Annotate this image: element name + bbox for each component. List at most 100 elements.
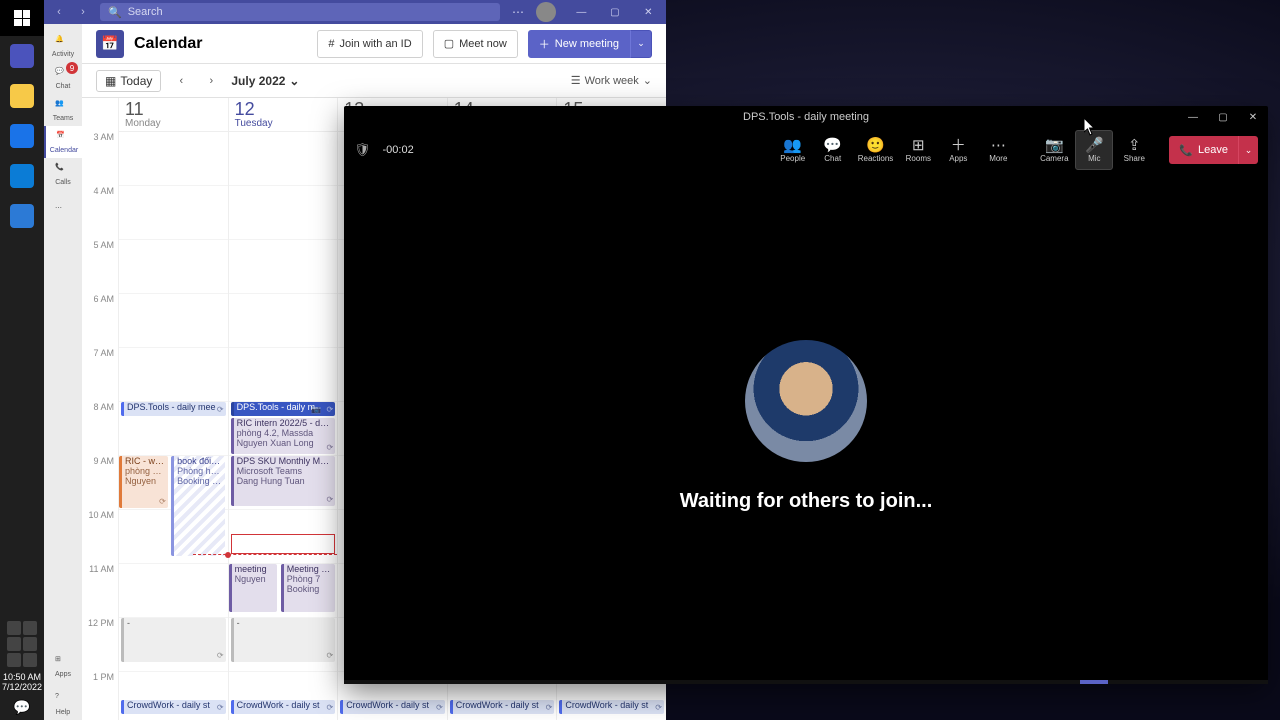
day-column-monday[interactable]: 11Monday DPS.Tools - daily mee⟳ RIC - week… — [118, 98, 228, 720]
sidebar-more[interactable]: ⋯ — [44, 196, 82, 228]
meeting-reactions-button[interactable]: 🙂Reactions — [854, 130, 898, 170]
day-header[interactable]: 11Monday — [119, 98, 228, 132]
teams-icon: 👥 — [55, 99, 71, 115]
calendar-event[interactable]: RIC - weeklyphòng 4.2Nguyen⟳ — [119, 456, 168, 508]
view-picker[interactable]: ☰Work week⌄ — [571, 74, 652, 87]
today-button[interactable]: ▦Today — [96, 70, 161, 92]
meeting-maximize-button[interactable]: ▢ — [1208, 106, 1238, 128]
more-icon[interactable]: ⋯ — [512, 5, 524, 19]
start-button[interactable] — [0, 0, 44, 36]
minimize-button[interactable]: — — [568, 0, 595, 24]
search-input[interactable]: 🔍 Search — [100, 3, 500, 21]
prev-week-button[interactable]: ‹ — [171, 75, 191, 87]
forward-button[interactable]: › — [72, 4, 94, 20]
meeting-stage: Waiting for others to join... — [344, 172, 1268, 680]
video-icon: ▢ — [444, 37, 454, 50]
calendar-event[interactable]: -⟳ — [121, 618, 226, 662]
recurring-icon: ⟳ — [159, 498, 166, 507]
meeting-timer: -00:02 — [383, 144, 414, 156]
meeting-apps-button[interactable]: ＋Apps — [939, 130, 977, 170]
calendar-event[interactable]: Meeting aboutPhòng 7Booking — [281, 564, 335, 612]
participant-avatar — [745, 340, 867, 462]
calendar-event[interactable]: CrowdWork - daily st⟳ — [121, 700, 226, 714]
leave-dropdown[interactable]: ⌄ — [1238, 136, 1258, 164]
join-with-id-button[interactable]: #Join with an ID — [317, 30, 422, 58]
calendar-event[interactable]: -⟳ — [231, 618, 336, 662]
phone-icon: 📞 — [1179, 144, 1193, 157]
meeting-titlebar[interactable]: DPS.Tools - daily meeting — ▢ ✕ — [344, 106, 1268, 128]
meeting-share-button[interactable]: ⇪Share — [1115, 130, 1153, 170]
day-column-tuesday[interactable]: 12Tuesday DPS.Tools - daily m⟳📷 RIC intern… — [228, 98, 338, 720]
back-button[interactable]: ‹ — [48, 4, 70, 20]
search-icon: 🔍 — [108, 6, 122, 19]
calendar-event[interactable]: book đổi phòngPhòng họp 10Booking Manage… — [171, 456, 225, 556]
mouse-cursor — [1084, 118, 1096, 136]
calendar-icon: 📅 — [96, 30, 124, 58]
taskbar-explorer[interactable] — [0, 76, 44, 116]
leave-button[interactable]: 📞Leave ⌄ — [1169, 136, 1258, 164]
taskbar-teams[interactable] — [0, 36, 44, 76]
sidebar-help[interactable]: ?Help — [44, 688, 82, 720]
sidebar-item-calendar[interactable]: 📅Calendar — [44, 126, 82, 158]
maximize-button[interactable]: ▢ — [601, 0, 628, 24]
windows-taskbar: 10:50 AM 7/12/2022 💬 — [0, 0, 44, 720]
time-label: 8 AM — [82, 402, 118, 456]
time-label: 4 AM — [82, 186, 118, 240]
time-label: 5 AM — [82, 240, 118, 294]
sidebar-apps[interactable]: ⊞Apps — [44, 650, 82, 682]
shield-icon[interactable]: 🛡 — [354, 142, 371, 158]
recurring-icon: ⟳ — [326, 444, 333, 453]
calendar-event[interactable]: CrowdWork - daily st⟳ — [340, 700, 445, 714]
calendar-event[interactable]: RIC intern 2022/5 - dailyphòng 4.2, Mass… — [231, 418, 336, 454]
notifications-icon[interactable]: 💬 — [13, 699, 30, 716]
current-time-line — [193, 554, 338, 555]
meeting-toolbar: 🛡 -00:02 👥People💬Chat🙂Reactions⊞Rooms＋Ap… — [344, 128, 1268, 172]
calendar-event[interactable]: meetingNguyen — [229, 564, 278, 612]
meeting-chat-button[interactable]: 💬Chat — [814, 130, 852, 170]
chevron-down-icon: ⌄ — [643, 74, 652, 87]
time-label: 11 AM — [82, 564, 118, 618]
plus-icon: ＋ — [539, 36, 550, 52]
time-selection[interactable] — [231, 534, 336, 554]
user-avatar[interactable] — [536, 2, 556, 22]
chat-icon: 💬 — [823, 138, 842, 153]
sidebar-item-chat[interactable]: 💬Chat9 — [44, 62, 82, 94]
meeting-people-button[interactable]: 👥People — [774, 130, 812, 170]
close-button[interactable]: ✕ — [635, 0, 662, 24]
taskbar-vscode[interactable] — [0, 196, 44, 236]
new-meeting-button[interactable]: ＋New meeting — [528, 30, 630, 58]
meeting-close-button[interactable]: ✕ — [1238, 106, 1268, 128]
recurring-icon: ⟳ — [326, 704, 333, 713]
calls-icon: 📞 — [55, 163, 71, 179]
list-icon: ☰ — [571, 74, 581, 87]
system-tray[interactable] — [4, 621, 40, 667]
calendar-subheader: ▦Today ‹ › July 2022⌄ ☰Work week⌄ — [82, 64, 666, 98]
new-meeting-dropdown[interactable]: ⌄ — [630, 30, 652, 58]
calendar-event[interactable]: DPS SKU Monthly MeetingMicrosoft TeamsDa… — [231, 456, 336, 506]
sidebar-item-calls[interactable]: 📞Calls — [44, 158, 82, 190]
sidebar-item-teams[interactable]: 👥Teams — [44, 94, 82, 126]
sidebar-item-activity[interactable]: 🔔Activity — [44, 30, 82, 62]
meeting-rooms-button[interactable]: ⊞Rooms — [899, 130, 937, 170]
taskbar-chrome[interactable] — [0, 116, 44, 156]
taskbar-clock[interactable]: 10:50 AM 7/12/2022 — [2, 673, 42, 693]
time-label: 10 AM — [82, 510, 118, 564]
calendar-event[interactable]: DPS.Tools - daily mee⟳ — [121, 402, 226, 416]
recurring-icon: ⟳ — [436, 704, 443, 713]
meeting-more-button[interactable]: ⋯More — [979, 130, 1017, 170]
taskbar-edge[interactable] — [0, 156, 44, 196]
calendar-event[interactable]: CrowdWork - daily st⟳ — [231, 700, 336, 714]
page-title: Calendar — [134, 35, 307, 53]
recurring-icon: ⟳ — [326, 652, 333, 661]
next-week-button[interactable]: › — [201, 75, 221, 87]
calendar-event[interactable]: CrowdWork - daily st⟳ — [559, 700, 664, 714]
day-header[interactable]: 12Tuesday — [229, 98, 338, 132]
recurring-icon: ⟳ — [217, 652, 224, 661]
meeting-camera-button[interactable]: 📷Camera — [1035, 130, 1073, 170]
calendar-event[interactable]: DPS.Tools - daily m⟳📷 — [231, 402, 336, 416]
calendar-event[interactable]: CrowdWork - daily st⟳ — [450, 700, 555, 714]
mic-icon: 🎤 — [1085, 138, 1104, 153]
meet-now-button[interactable]: ▢Meet now — [433, 30, 518, 58]
meeting-minimize-button[interactable]: — — [1178, 106, 1208, 128]
month-picker[interactable]: July 2022⌄ — [231, 74, 299, 88]
